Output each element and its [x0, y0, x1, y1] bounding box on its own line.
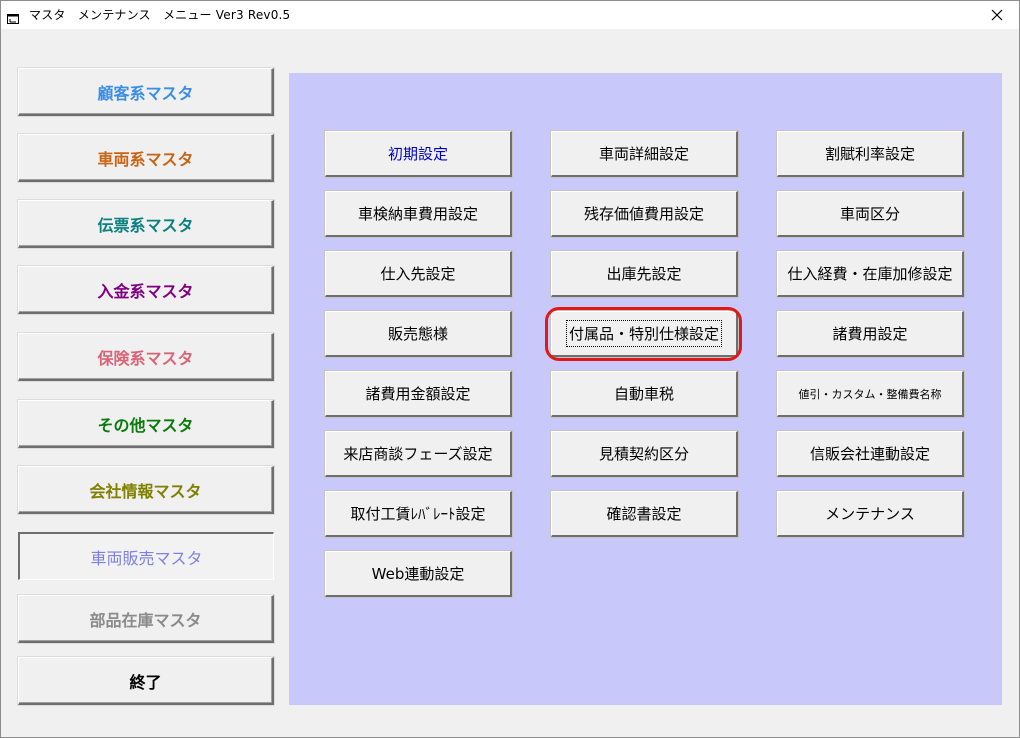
payment-master-label: 入金系マスタ — [97, 281, 194, 301]
vehicle-detail-label: 車両詳細設定 — [598, 145, 689, 163]
shipping-destination-button[interactable]: 出庫先設定 — [551, 251, 738, 297]
exit-button[interactable]: 終了 — [18, 657, 274, 705]
vehicle-category-label: 車両区分 — [839, 205, 900, 223]
residual-value-cost-label: 残存価値費用設定 — [583, 205, 704, 223]
installment-rate-label: 割賦利率設定 — [824, 145, 915, 163]
maintenance-label: メンテナンス — [825, 505, 915, 523]
payment-master-button[interactable]: 入金系マスタ — [18, 266, 274, 314]
residual-value-cost-button[interactable]: 残存価値費用設定 — [551, 191, 738, 237]
estimate-contract-type-button[interactable]: 見積契約区分 — [551, 431, 738, 477]
sales-mode-label: 販売態様 — [387, 325, 448, 343]
maintenance-button[interactable]: メンテナンス — [777, 491, 964, 537]
slip-master-button[interactable]: 伝票系マスタ — [18, 200, 274, 248]
installment-rate-button[interactable]: 割賦利率設定 — [777, 131, 964, 177]
installation-labor-rate-label: 取付工賃ﾚﾊﾞﾚｰﾄ設定 — [350, 505, 486, 523]
shipping-destination-label: 出庫先設定 — [606, 265, 682, 283]
misc-cost-settings-label: 諸費用設定 — [832, 325, 908, 343]
app-window-icon — [7, 9, 19, 24]
other-master-button[interactable]: その他マスタ — [18, 400, 274, 448]
vehicle-master-button[interactable]: 車両系マスタ — [18, 134, 274, 182]
estimate-contract-type-label: 見積契約区分 — [598, 445, 689, 463]
parts-inventory-master-button: 部品在庫マスタ — [18, 595, 274, 643]
sales-mode-button[interactable]: 販売態様 — [325, 311, 512, 357]
confirmation-document-button[interactable]: 確認書設定 — [551, 491, 738, 537]
customer-master-label: 顧客系マスタ — [97, 83, 194, 103]
vehicle-detail-button[interactable]: 車両詳細設定 — [551, 131, 738, 177]
insurance-master-label: 保険系マスタ — [97, 348, 194, 368]
discount-custom-maintenance-name-label: 値引・カスタム・整備費名称 — [798, 387, 942, 401]
company-info-master-button[interactable]: 会社情報マスタ — [18, 466, 274, 514]
exit-label: 終了 — [129, 672, 162, 692]
web-integration-label: Web連動設定 — [371, 565, 465, 583]
misc-cost-settings-button[interactable]: 諸費用設定 — [777, 311, 964, 357]
initial-settings-button[interactable]: 初期設定 — [325, 131, 512, 177]
accessories-special-spec-label: 付属品・特別仕様設定 — [565, 320, 723, 347]
close-icon — [991, 9, 1003, 21]
window-title: マスタ メンテナンス メニュー Ver3 Rev0.5 — [29, 8, 291, 22]
discount-custom-maintenance-name-button[interactable]: 値引・カスタム・整備費名称 — [777, 371, 964, 417]
supplier-settings-button[interactable]: 仕入先設定 — [325, 251, 512, 297]
inspection-delivery-cost-label: 車検納車費用設定 — [357, 205, 478, 223]
vehicle-sales-master-label: 車両販売マスタ — [90, 548, 203, 568]
other-master-label: その他マスタ — [97, 415, 194, 435]
close-button[interactable] — [975, 1, 1019, 29]
initial-settings-label: 初期設定 — [387, 145, 448, 163]
purchase-expense-repair-label: 仕入経費・在庫加修設定 — [787, 265, 953, 283]
vehicle-sales-master-button[interactable]: 車両販売マスタ — [18, 532, 274, 580]
app-window: マスタ メンテナンス メニュー Ver3 Rev0.5 顧客系マスタ 車両系マス… — [0, 0, 1020, 738]
parts-inventory-master-label: 部品在庫マスタ — [89, 610, 202, 630]
supplier-settings-label: 仕入先設定 — [380, 265, 456, 283]
inspection-delivery-cost-button[interactable]: 車検納車費用設定 — [325, 191, 512, 237]
credit-company-integration-label: 信販会社連動設定 — [809, 445, 930, 463]
misc-cost-amount-label: 諸費用金額設定 — [365, 385, 471, 403]
automobile-tax-label: 自動車税 — [613, 385, 674, 403]
confirmation-document-label: 確認書設定 — [606, 505, 682, 523]
purchase-expense-repair-button[interactable]: 仕入経費・在庫加修設定 — [777, 251, 964, 297]
credit-company-integration-button[interactable]: 信販会社連動設定 — [777, 431, 964, 477]
slip-master-label: 伝票系マスタ — [97, 215, 194, 235]
company-info-master-label: 会社情報マスタ — [89, 481, 202, 501]
visit-negotiation-phase-label: 来店商談フェーズ設定 — [343, 445, 493, 463]
visit-negotiation-phase-button[interactable]: 来店商談フェーズ設定 — [325, 431, 512, 477]
vehicle-category-button[interactable]: 車両区分 — [777, 191, 964, 237]
insurance-master-button[interactable]: 保険系マスタ — [18, 333, 274, 381]
installation-labor-rate-button[interactable]: 取付工賃ﾚﾊﾞﾚｰﾄ設定 — [325, 491, 512, 537]
title-bar: マスタ メンテナンス メニュー Ver3 Rev0.5 — [1, 1, 1019, 29]
customer-master-button[interactable]: 顧客系マスタ — [18, 68, 274, 116]
automobile-tax-button[interactable]: 自動車税 — [551, 371, 738, 417]
misc-cost-amount-button[interactable]: 諸費用金額設定 — [325, 371, 512, 417]
web-integration-button[interactable]: Web連動設定 — [325, 551, 512, 597]
vehicle-master-label: 車両系マスタ — [97, 149, 194, 169]
accessories-special-spec-button[interactable]: 付属品・特別仕様設定 — [551, 311, 738, 357]
